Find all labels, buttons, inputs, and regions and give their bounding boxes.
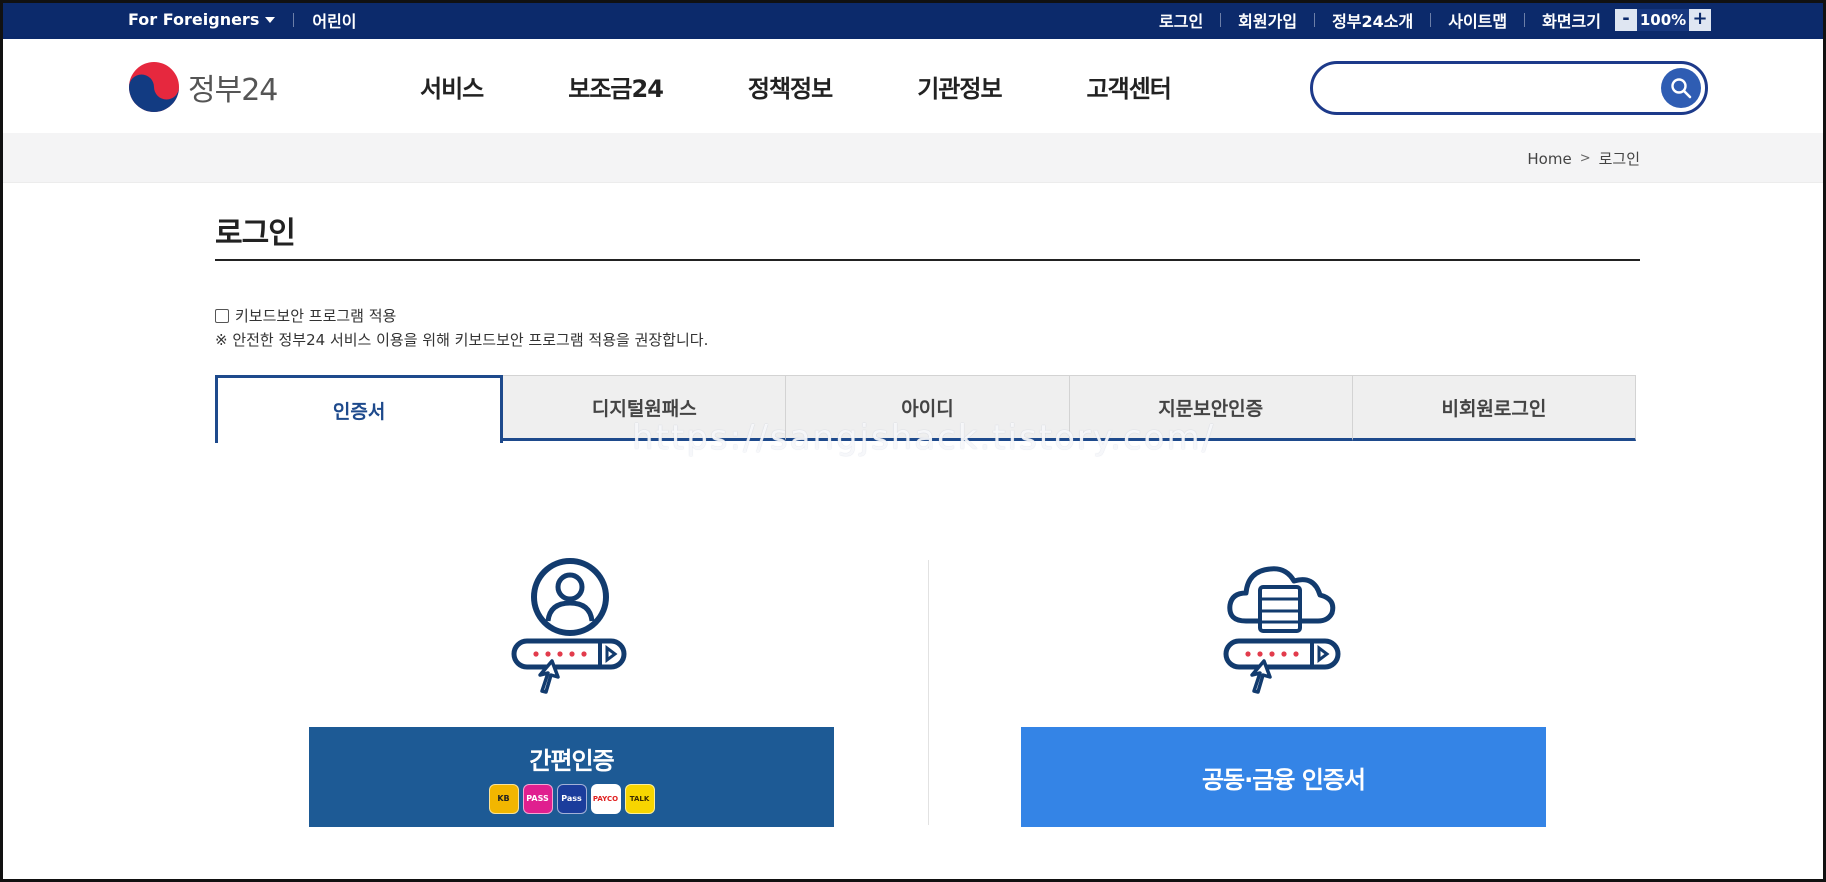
tab-digital-onepass[interactable]: 디지털원패스 [503,375,787,441]
options-divider [928,560,929,825]
for-foreigners-menu[interactable]: For Foreigners [128,10,276,29]
tab-id[interactable]: 아이디 [786,375,1070,441]
chevron-right-icon: > [1579,151,1591,166]
breadcrumb-current: 로그인 [1598,150,1640,168]
separator [293,12,295,27]
caret-down-icon [265,16,276,23]
screen-size-label: 화면크기 [1542,11,1601,31]
zoom-in-button[interactable]: + [1689,8,1711,31]
main-nav: 서비스 보조금24 정책정보 기관정보 고객센터 [420,39,1256,133]
nav-item-agency[interactable]: 기관정보 [917,69,1002,104]
utility-left: For Foreigners 어린이 [128,0,357,39]
kb-app-icon: KB [488,783,519,814]
government-emblem-icon [129,62,179,112]
search-button[interactable] [1661,68,1701,108]
separator [1220,12,1222,27]
login-tabs: 인증서 디지털원패스 아이디 지문보안인증 비회원로그인 [215,375,1637,443]
payco-app-icon: PAYCO [590,783,621,814]
breadcrumb: Home > 로그인 [1527,148,1640,169]
joint-financial-certificate-button[interactable]: 공동·금융 인증서 [1021,727,1546,827]
keyboard-security-note: ※ 안전한 정부24 서비스 이용을 위해 키보드보안 프로그램 적용을 권장합… [215,331,709,349]
sitemap-link[interactable]: 사이트맵 [1448,8,1507,32]
cloud-certificate-icon [1220,555,1344,699]
breadcrumb-home[interactable]: Home [1527,150,1571,168]
page-title: 로그인 [215,216,296,251]
simple-auth-label: 간편인증 [529,746,614,775]
tab-non-member[interactable]: 비회원로그인 [1352,375,1637,441]
nav-item-subsidy[interactable]: 보조금24 [568,69,664,104]
zoom-control: - 100% + [1615,8,1711,31]
search-icon [1671,78,1692,99]
search-box [1310,61,1708,115]
title-divider [215,259,1640,261]
zoom-out-button[interactable]: - [1615,8,1637,31]
signup-link[interactable]: 회원가입 [1238,8,1297,32]
kids-link[interactable]: 어린이 [312,8,356,32]
site-header: 정부24 서비스 보조금24 정책정보 기관정보 고객센터 [0,39,1826,133]
site-logo[interactable]: 정부24 [128,61,278,113]
separator [1314,12,1316,27]
nav-item-customer-center[interactable]: 고객센터 [1087,69,1172,104]
nav-item-policy[interactable]: 정책정보 [748,69,833,104]
utility-right: 로그인 회원가입 정부24소개 사이트맵 화면크기 - 100% + [1159,0,1711,39]
tab-fingerprint[interactable]: 지문보안인증 [1069,375,1353,441]
keyboard-security-checkbox[interactable] [215,308,229,323]
pass-app-icon: PASS [522,783,553,814]
separator [1524,12,1526,27]
keyboard-security-option[interactable]: 키보드보안 프로그램 적용 [215,305,396,326]
kakao-app-icon: TALK [624,783,655,814]
samsung-pass-app-icon: Pass [556,783,587,814]
about-link[interactable]: 정부24소개 [1332,8,1413,32]
utility-bar: For Foreigners 어린이 로그인 회원가입 정부24소개 사이트맵 … [0,0,1826,39]
login-link[interactable]: 로그인 [1159,8,1203,32]
for-foreigners-label: For Foreigners [128,10,260,29]
zoom-value: 100% [1637,8,1689,31]
simple-auth-button[interactable]: 간편인증 KB PASS Pass PAYCO TALK [309,727,834,827]
simple-auth-app-icons: KB PASS Pass PAYCO TALK [487,783,657,814]
search-input[interactable] [1333,74,1643,102]
tab-certificate[interactable]: 인증서 [215,375,504,443]
separator [1430,12,1432,27]
breadcrumb-strip: Home > 로그인 [0,133,1826,183]
user-certificate-icon [508,555,632,699]
keyboard-security-label: 키보드보안 프로그램 적용 [235,307,397,325]
logo-text: 정부24 [188,73,278,108]
nav-item-services[interactable]: 서비스 [420,69,484,104]
